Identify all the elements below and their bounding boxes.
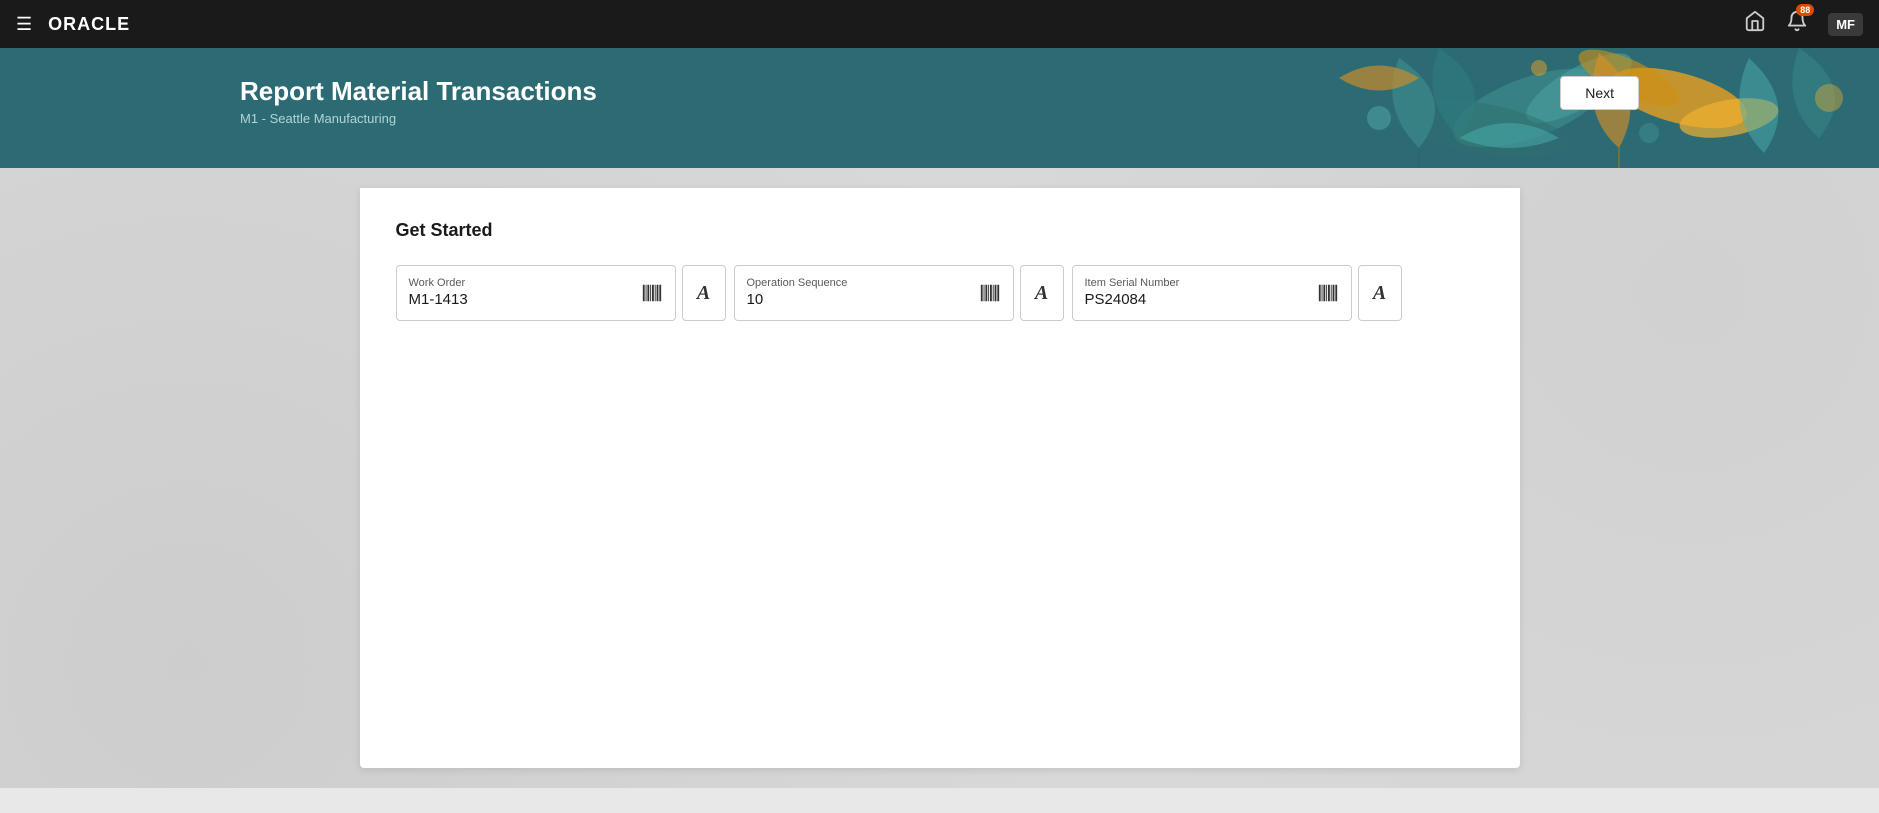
item-serial-number-barcode-icon[interactable]	[1317, 282, 1339, 304]
operation-sequence-group: Operation Sequence 10	[734, 265, 1064, 321]
hamburger-menu-icon[interactable]: ☰	[16, 14, 32, 35]
item-serial-number-input-wrapper[interactable]: Item Serial Number PS24084	[1072, 265, 1352, 321]
work-order-barcode-icon[interactable]	[641, 282, 663, 304]
item-serial-number-value: PS24084	[1085, 291, 1147, 308]
font-icon-3: A	[1373, 282, 1386, 305]
work-order-value: M1-1413	[409, 291, 468, 308]
work-order-input-inner: Work Order M1-1413	[409, 277, 641, 309]
fields-row: Work Order M1-1413	[396, 265, 1484, 321]
section-title: Get Started	[396, 220, 1484, 241]
user-avatar[interactable]: MF	[1828, 13, 1863, 36]
work-order-font-button[interactable]: A	[682, 265, 726, 321]
top-navbar: ☰ ORACLE 88 MF	[0, 0, 1879, 48]
work-order-group: Work Order M1-1413	[396, 265, 726, 321]
navbar-left: ☰ ORACLE	[16, 14, 130, 35]
navbar-right: 88 MF	[1744, 10, 1863, 38]
decoration-svg	[779, 48, 1879, 168]
work-order-input-wrapper[interactable]: Work Order M1-1413	[396, 265, 676, 321]
item-serial-number-group: Item Serial Number PS24084	[1072, 265, 1402, 321]
operation-sequence-value: 10	[747, 291, 764, 308]
operation-sequence-input-inner: Operation Sequence 10	[747, 277, 979, 309]
header-decoration	[679, 48, 1879, 168]
content-card: Get Started Work Order M1-1413	[360, 188, 1520, 768]
oracle-logo: ORACLE	[48, 14, 130, 35]
operation-sequence-barcode-icon[interactable]	[979, 282, 1001, 304]
next-button[interactable]: Next	[1560, 76, 1639, 110]
operation-sequence-input-wrapper[interactable]: Operation Sequence 10	[734, 265, 1014, 321]
notification-badge: 88	[1796, 4, 1814, 16]
work-order-label: Work Order	[409, 277, 641, 289]
page-subtitle: M1 - Seattle Manufacturing	[240, 111, 597, 126]
home-icon[interactable]	[1744, 10, 1766, 38]
operation-sequence-font-button[interactable]: A	[1020, 265, 1064, 321]
font-icon: A	[697, 282, 710, 305]
operation-sequence-label: Operation Sequence	[747, 277, 979, 289]
item-serial-number-font-button[interactable]: A	[1358, 265, 1402, 321]
header-title-area: Report Material Transactions M1 - Seattl…	[240, 68, 597, 126]
item-serial-number-label: Item Serial Number	[1085, 277, 1317, 289]
page-header: Report Material Transactions M1 - Seattl…	[0, 48, 1879, 168]
item-serial-number-input-inner: Item Serial Number PS24084	[1085, 277, 1317, 309]
font-icon-2: A	[1035, 282, 1048, 305]
bell-icon[interactable]: 88	[1786, 10, 1808, 38]
page-title: Report Material Transactions	[240, 76, 597, 107]
background-area: Get Started Work Order M1-1413	[0, 168, 1879, 788]
